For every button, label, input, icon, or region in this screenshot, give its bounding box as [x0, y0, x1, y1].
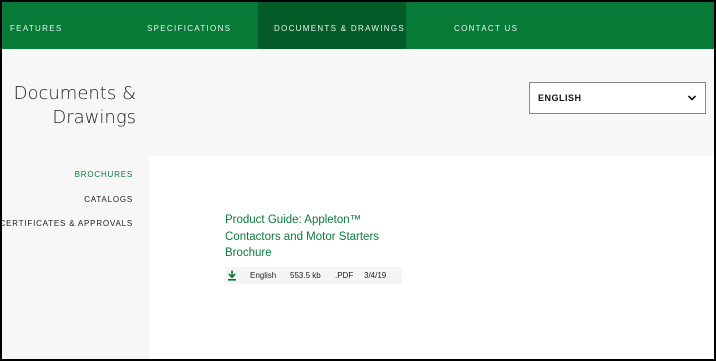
sidebar-item-certificates-approvals[interactable]: CERTIFICATES & APPROVALS: [2, 219, 133, 228]
tab-specifications[interactable]: SPECIFICATIONS: [147, 2, 237, 49]
page-title-line2: Drawings: [52, 107, 136, 128]
sidebar-item-brochures[interactable]: BROCHURES: [75, 170, 133, 179]
document-meta-row: English 553.5 kb .PDF 3/4/19: [225, 267, 402, 284]
sidebar-item-catalogs[interactable]: CATALOGS: [84, 195, 133, 204]
page-title-line1: Documents &: [13, 83, 136, 104]
chevron-down-icon: [687, 95, 697, 101]
document-date: 3/4/19: [364, 271, 387, 280]
document-language: English: [250, 271, 277, 280]
download-icon[interactable]: [227, 270, 237, 281]
document-file-type: .PDF: [335, 271, 354, 280]
page-frame: FEATURES SPECIFICATIONS DOCUMENTS & DRAW…: [0, 0, 716, 361]
document-title-link[interactable]: Product Guide: Appleton™ Contactors and …: [225, 212, 395, 262]
tab-contact-us[interactable]: CONTACT US: [454, 2, 534, 49]
documents-panel: Product Guide: Appleton™ Contactors and …: [149, 156, 714, 359]
language-select[interactable]: ENGLISH: [529, 82, 706, 114]
top-navigation: FEATURES SPECIFICATIONS DOCUMENTS & DRAW…: [2, 2, 714, 49]
tab-features[interactable]: FEATURES: [10, 2, 80, 49]
tab-documents-drawings[interactable]: DOCUMENTS & DRAWINGS: [258, 2, 406, 49]
document-file-size: 553.5 kb: [290, 271, 321, 280]
language-select-value: ENGLISH: [538, 93, 582, 103]
page-title: Documents & Drawings: [2, 82, 136, 130]
